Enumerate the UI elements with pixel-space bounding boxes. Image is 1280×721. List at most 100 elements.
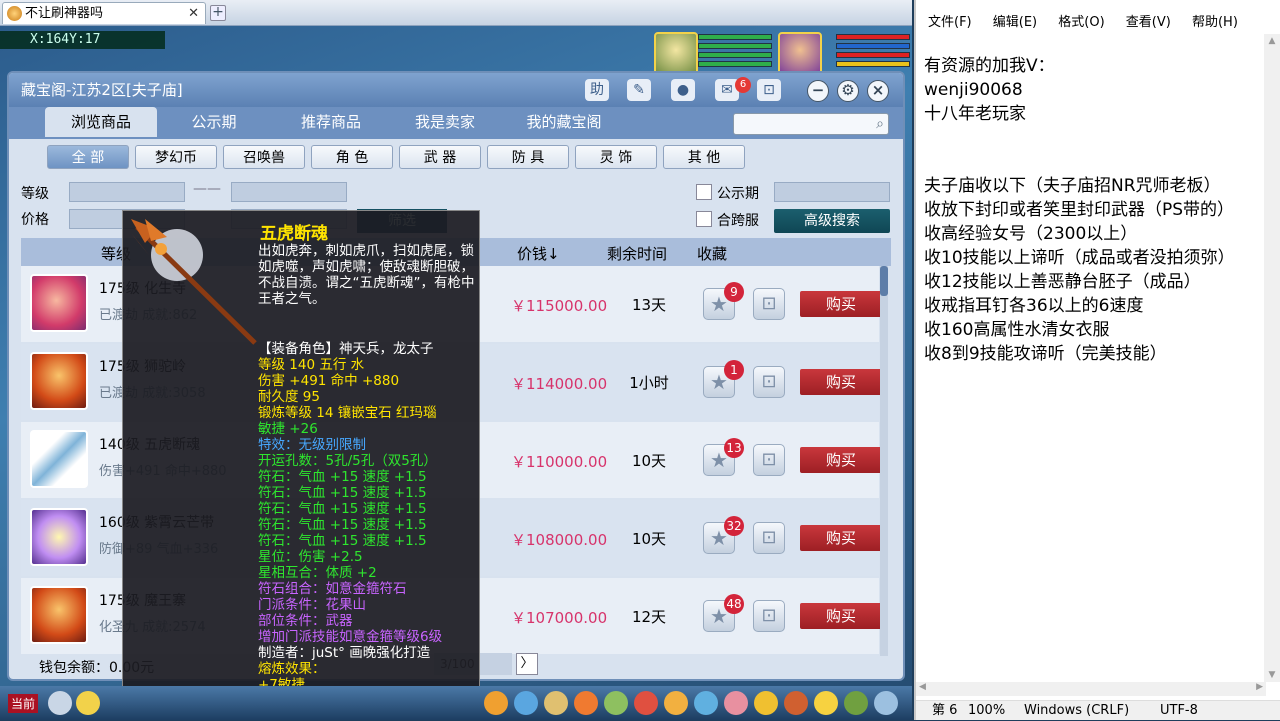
buy-button[interactable]: 购买 xyxy=(800,291,882,317)
col-remaining: 剩余时间 xyxy=(607,245,668,263)
category-roles[interactable]: 角 色 xyxy=(311,145,393,169)
new-tab-button[interactable]: + xyxy=(210,5,226,21)
system-icon[interactable] xyxy=(874,691,898,715)
shop-icon[interactable] xyxy=(784,691,808,715)
tooltip-line: 星位：伤害 +2.5 xyxy=(258,549,363,565)
tooltip-line: 伤害 +491 命中 +880 xyxy=(258,373,400,389)
close-icon[interactable]: × xyxy=(867,80,889,102)
pet-portrait[interactable] xyxy=(654,32,698,76)
scroll-right-icon[interactable]: ▶ xyxy=(1256,682,1263,692)
gang-icon[interactable] xyxy=(694,691,718,715)
scroll-down-icon[interactable]: ▼ xyxy=(1264,670,1280,680)
search-input[interactable]: ⌕ xyxy=(733,113,889,135)
tooltip-line: 【装备角色】神天兵，龙太子 xyxy=(258,341,434,357)
col-price[interactable]: 价钱↓ xyxy=(517,243,560,264)
item-price: ￥115000.00 xyxy=(511,297,608,315)
map-icon[interactable] xyxy=(844,691,868,715)
notepad-text-area[interactable]: 有资源的加我V： wenji90068 十八年老玩家 夫子庙收以下（夫子庙招NR… xyxy=(924,54,1264,366)
menu-view[interactable]: 查看(V) xyxy=(1126,15,1171,30)
category-pets[interactable]: 召唤兽 xyxy=(223,145,305,169)
vertical-scrollbar[interactable]: ▲ ▼ xyxy=(1264,34,1280,682)
category-all[interactable]: 全 部 xyxy=(47,145,129,169)
team-icon[interactable] xyxy=(604,691,628,715)
window-title: 藏宝阁-江苏2区[夫子庙] xyxy=(21,81,183,99)
settings-gear-icon[interactable]: ⚙ xyxy=(837,80,859,102)
tab-recommend[interactable]: 推荐商品 xyxy=(281,107,381,137)
record-icon[interactable]: ● xyxy=(671,79,695,101)
search-icon[interactable]: ⌕ xyxy=(876,116,884,132)
current-channel-button[interactable]: 当前 xyxy=(8,694,39,713)
tooltip-line: 耐久度 95 xyxy=(258,389,320,405)
range-dash: —— xyxy=(193,181,221,197)
mic-icon[interactable] xyxy=(48,691,72,715)
task-icon[interactable] xyxy=(664,691,688,715)
item-icon[interactable] xyxy=(514,691,538,715)
tooltip-line: 特效：无级别限制 xyxy=(258,437,366,453)
cart-icon[interactable]: ⊡ xyxy=(757,79,781,101)
cart-icon[interactable]: ⊡ xyxy=(753,444,785,476)
menu-file[interactable]: 文件(F) xyxy=(928,15,972,30)
level-min-input[interactable] xyxy=(69,182,185,202)
fav-count: 48 xyxy=(724,594,744,614)
buy-button[interactable]: 购买 xyxy=(800,447,882,473)
public-select[interactable] xyxy=(774,182,890,202)
tab-public[interactable]: 公示期 xyxy=(169,107,259,137)
browser-tab[interactable]: 不让刷神器吗 ✕ xyxy=(2,2,206,24)
item-time: 10天 xyxy=(631,452,667,470)
advanced-search-button[interactable]: 高级搜索 xyxy=(774,209,890,233)
category-coins[interactable]: 梦幻币 xyxy=(135,145,217,169)
menu-help[interactable]: 帮助(H) xyxy=(1192,15,1238,30)
next-page-button[interactable]: 〉 xyxy=(516,653,538,675)
public-label: 公示期 xyxy=(717,186,759,202)
category-armor[interactable]: 防 具 xyxy=(487,145,569,169)
tooltip-line: 符石：气血 +15 速度 +1.5 xyxy=(258,517,427,533)
skill-icon[interactable] xyxy=(724,691,748,715)
tooltip-line: 增加门派技能如意金箍等级6级 xyxy=(258,629,443,645)
cross-server-checkbox[interactable] xyxy=(696,211,712,227)
level-max-input[interactable] xyxy=(231,182,347,202)
help-button[interactable]: 助 xyxy=(585,79,609,101)
item-price: ￥110000.00 xyxy=(511,453,608,471)
public-checkbox[interactable] xyxy=(696,184,712,200)
horizontal-scrollbar[interactable]: ◀ ▶ xyxy=(916,682,1266,696)
menu-format[interactable]: 格式(O) xyxy=(1058,15,1104,30)
attack-icon[interactable] xyxy=(484,691,508,715)
scroll-thumb[interactable] xyxy=(880,266,888,296)
scroll-left-icon[interactable]: ◀ xyxy=(919,682,926,692)
category-weapons[interactable]: 武 器 xyxy=(399,145,481,169)
player-status-bars xyxy=(836,34,910,72)
close-tab-icon[interactable]: ✕ xyxy=(188,3,199,24)
fav-count: 32 xyxy=(724,516,744,536)
tab-my-cbg[interactable]: 我的藏宝阁 xyxy=(509,107,619,137)
trade-icon[interactable] xyxy=(574,691,598,715)
item-tooltip: 五虎断魂 出如虎奔，刺如虎爪，扫如虎尾，锁如虎噬，声如虎啸；使敌魂断胆破，不战自… xyxy=(122,210,480,702)
role-avatar xyxy=(30,274,88,332)
emote-icon[interactable] xyxy=(76,691,100,715)
player-portrait[interactable] xyxy=(778,32,822,76)
category-accessory[interactable]: 灵 饰 xyxy=(575,145,657,169)
cart-icon[interactable]: ⊡ xyxy=(753,366,785,398)
give-icon[interactable] xyxy=(544,691,568,715)
smile-icon[interactable] xyxy=(814,691,838,715)
item-price: ￥107000.00 xyxy=(511,609,608,627)
menu-edit[interactable]: 编辑(E) xyxy=(993,15,1037,30)
scroll-up-icon[interactable]: ▲ xyxy=(1264,36,1280,46)
item-time: 12天 xyxy=(631,608,667,626)
tab-browse[interactable]: 浏览商品 xyxy=(45,107,157,137)
notepad-window: 文件(F) 编辑(E) 格式(O) 查看(V) 帮助(H) 有资源的加我V： w… xyxy=(914,0,1280,720)
list-scrollbar[interactable] xyxy=(880,266,888,656)
buy-button[interactable]: 购买 xyxy=(800,603,882,629)
buy-button[interactable]: 购买 xyxy=(800,369,882,395)
friend-icon[interactable] xyxy=(754,691,778,715)
edit-icon[interactable]: ✎ xyxy=(627,79,651,101)
category-bar: 全 部 梦幻币 召唤兽 角 色 武 器 防 具 灵 饰 其 他 xyxy=(9,143,903,173)
minimize-icon[interactable]: − xyxy=(807,80,829,102)
pet-icon[interactable] xyxy=(634,691,658,715)
category-other[interactable]: 其 他 xyxy=(663,145,745,169)
buy-button[interactable]: 购买 xyxy=(800,525,882,551)
cart-icon[interactable]: ⊡ xyxy=(753,288,785,320)
tooltip-item-name: 五虎断魂 xyxy=(260,224,328,244)
cart-icon[interactable]: ⊡ xyxy=(753,600,785,632)
tab-seller[interactable]: 我是卖家 xyxy=(395,107,495,137)
cart-icon[interactable]: ⊡ xyxy=(753,522,785,554)
